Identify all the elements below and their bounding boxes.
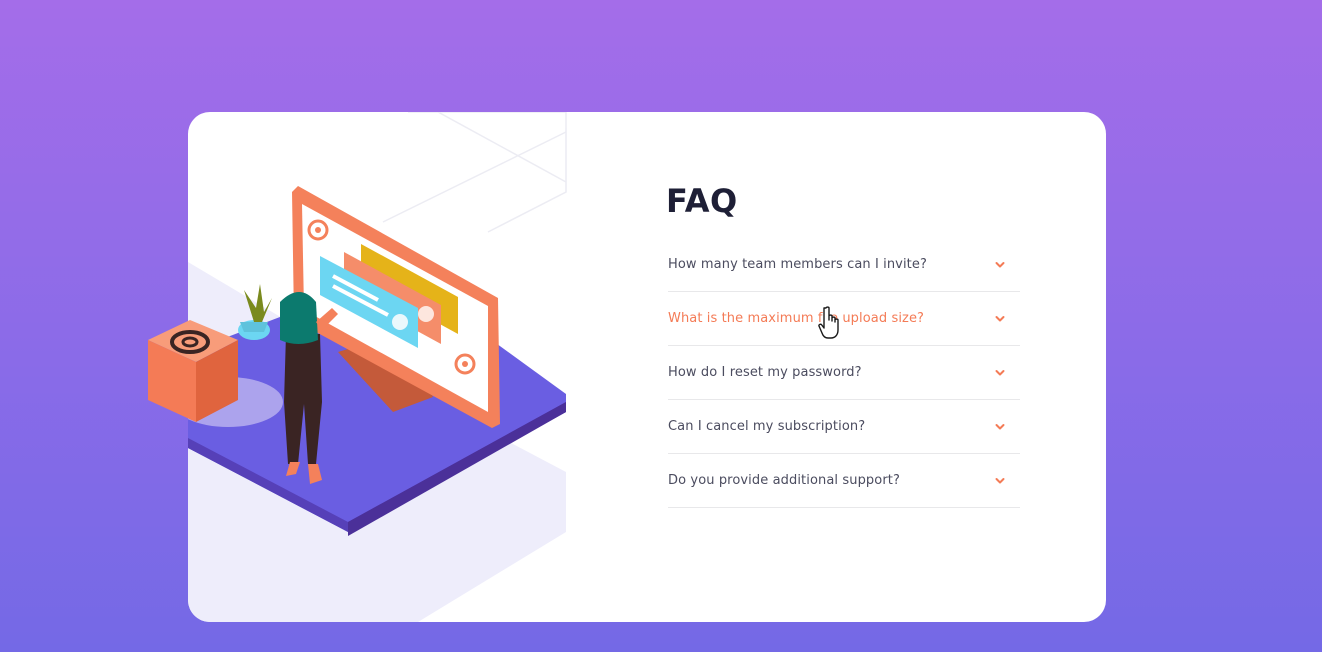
chevron-down-icon	[995, 423, 1005, 429]
faq-section: FAQ How many team members can I invite? …	[666, 182, 1020, 508]
faq-question: Do you provide additional support?	[668, 473, 900, 488]
faq-item-reset-password[interactable]: How do I reset my password?	[668, 346, 1020, 400]
faq-item-cancel-subscription[interactable]: Can I cancel my subscription?	[668, 400, 1020, 454]
chevron-down-icon	[995, 369, 1005, 375]
faq-question: Can I cancel my subscription?	[668, 419, 866, 434]
email-box-illustration	[148, 320, 238, 422]
chevron-down-icon	[995, 315, 1005, 321]
faq-list: How many team members can I invite? What…	[668, 238, 1020, 508]
hand-cursor-icon	[818, 306, 839, 339]
faq-card: FAQ How many team members can I invite? …	[188, 112, 1106, 622]
chevron-down-icon	[995, 261, 1005, 267]
faq-question: How many team members can I invite?	[668, 257, 927, 272]
faq-question: What is the maximum file upload size?	[668, 311, 925, 326]
faq-item-upload-size[interactable]: What is the maximum file upload size?	[668, 292, 1020, 346]
background-shadow-pattern	[188, 112, 567, 622]
faq-title: FAQ	[666, 182, 738, 220]
faq-question: How do I reset my password?	[668, 365, 862, 380]
chevron-down-icon	[995, 477, 1005, 483]
faq-item-team-members[interactable]: How many team members can I invite?	[668, 238, 1020, 292]
faq-item-additional-support[interactable]: Do you provide additional support?	[668, 454, 1020, 508]
